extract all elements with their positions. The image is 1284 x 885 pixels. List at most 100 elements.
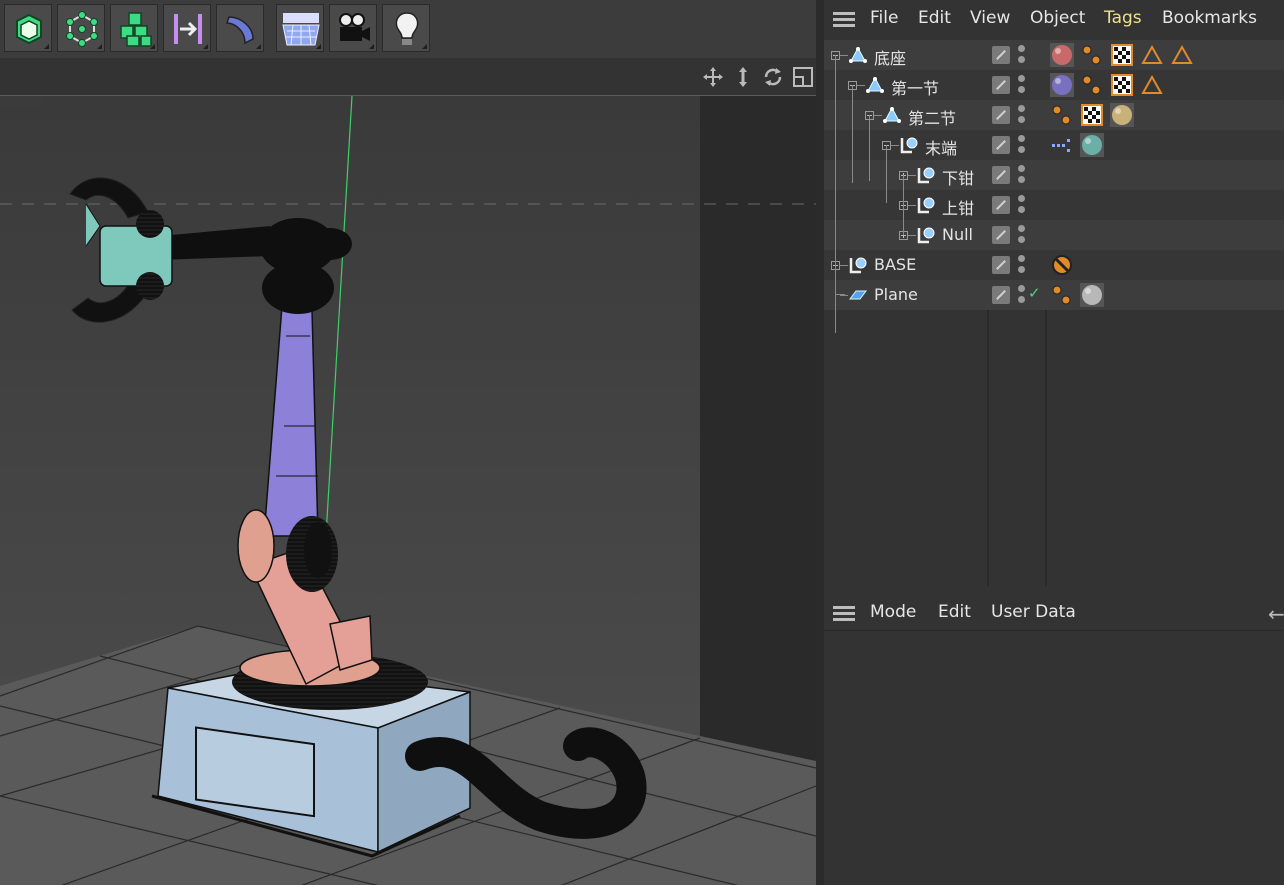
object-manager-menubar: File Edit View Object Tags Bookmarks bbox=[824, 0, 1284, 36]
tree-guide-line bbox=[835, 55, 836, 333]
object-row[interactable]: Plane ✓ bbox=[824, 280, 1284, 310]
object-row[interactable]: 末端 bbox=[824, 130, 1284, 160]
material-gray-tag-icon[interactable] bbox=[1080, 283, 1104, 307]
polygon-selection-tag-icon[interactable] bbox=[1170, 43, 1194, 67]
menu-tags[interactable]: Tags bbox=[1104, 8, 1142, 28]
joint-icon bbox=[866, 76, 884, 93]
menu-view[interactable]: View bbox=[970, 8, 1010, 28]
object-name[interactable]: BASE bbox=[874, 255, 916, 274]
move-view-icon[interactable] bbox=[702, 66, 724, 88]
layer-toggle-icon[interactable] bbox=[992, 256, 1010, 274]
object-name[interactable]: 上钳 bbox=[942, 195, 974, 219]
layer-toggle-icon[interactable] bbox=[992, 286, 1010, 304]
object-name[interactable]: 末端 bbox=[925, 135, 957, 159]
polygon-selection-tag-icon[interactable] bbox=[1140, 43, 1164, 67]
null-object-icon bbox=[917, 227, 935, 244]
symmetry-icon[interactable] bbox=[163, 4, 211, 52]
visibility-dots-icon[interactable] bbox=[1018, 45, 1026, 65]
layer-toggle-icon[interactable] bbox=[992, 76, 1010, 94]
menu-mode[interactable]: Mode bbox=[870, 602, 916, 622]
visibility-dots-icon[interactable] bbox=[1018, 75, 1026, 95]
visibility-dots-icon[interactable] bbox=[1018, 195, 1026, 215]
material-red-tag-icon[interactable] bbox=[1050, 43, 1074, 67]
tree-connector bbox=[840, 55, 848, 56]
tree-connector bbox=[908, 205, 916, 206]
menu-hamburger-icon[interactable] bbox=[833, 12, 855, 28]
menu-file[interactable]: File bbox=[870, 8, 898, 28]
visibility-dots-icon[interactable] bbox=[1018, 225, 1026, 245]
polygon-selection-tag-icon[interactable] bbox=[1140, 73, 1164, 97]
visibility-dots-icon[interactable] bbox=[1018, 165, 1026, 185]
tree-guide-line bbox=[903, 175, 904, 235]
maximize-view-icon[interactable] bbox=[792, 66, 814, 88]
visibility-dots-icon[interactable] bbox=[1018, 105, 1026, 125]
attribute-manager-menubar: Mode Edit User Data ← bbox=[824, 594, 1284, 631]
cubes-group-icon[interactable] bbox=[110, 4, 158, 52]
tree-guide-line bbox=[886, 145, 887, 203]
protection-tag-icon[interactable] bbox=[1050, 253, 1074, 277]
layer-toggle-icon[interactable] bbox=[992, 226, 1010, 244]
visibility-dots-icon[interactable] bbox=[1018, 255, 1026, 275]
layer-toggle-icon[interactable] bbox=[992, 106, 1010, 124]
layer-toggle-icon[interactable] bbox=[992, 196, 1010, 214]
zoom-view-icon[interactable] bbox=[732, 66, 754, 88]
object-name[interactable]: 底座 bbox=[874, 45, 906, 69]
object-name[interactable]: Null bbox=[942, 225, 973, 244]
object-row[interactable]: 底座 bbox=[824, 40, 1284, 70]
attribute-manager: Mode Edit User Data ← bbox=[824, 594, 1284, 885]
layer-toggle-icon[interactable] bbox=[992, 46, 1010, 64]
layer-toggle-icon[interactable] bbox=[992, 166, 1010, 184]
phong-tag-icon[interactable] bbox=[1080, 43, 1104, 67]
uvw-tag-icon[interactable] bbox=[1110, 43, 1134, 67]
material-purple-tag-icon[interactable] bbox=[1050, 73, 1074, 97]
menu-edit[interactable]: Edit bbox=[918, 8, 951, 28]
ik-tag-icon[interactable] bbox=[1050, 133, 1074, 157]
uvw-tag-icon[interactable] bbox=[1110, 73, 1134, 97]
object-row[interactable]: 第一节 bbox=[824, 70, 1284, 100]
tree-connector bbox=[840, 265, 848, 266]
points-mode-icon[interactable] bbox=[57, 4, 105, 52]
enabled-check-icon[interactable]: ✓ bbox=[1028, 284, 1041, 302]
phong-tag-icon[interactable] bbox=[1050, 103, 1074, 127]
object-name[interactable]: 第一节 bbox=[891, 75, 939, 99]
object-name[interactable]: 第二节 bbox=[908, 105, 956, 129]
material-yellow-tag-icon[interactable] bbox=[1110, 103, 1134, 127]
menu-object[interactable]: Object bbox=[1030, 8, 1085, 28]
plane-icon bbox=[849, 290, 867, 300]
object-manager: File Edit View Object Tags Bookmarks 底座第… bbox=[824, 0, 1284, 590]
deformer-icon[interactable] bbox=[216, 4, 264, 52]
3d-viewport[interactable] bbox=[0, 95, 816, 885]
camera-icon[interactable] bbox=[329, 4, 377, 52]
null-object-icon bbox=[917, 167, 935, 184]
object-row[interactable]: 上钳 bbox=[824, 190, 1284, 220]
back-arrow-icon[interactable]: ← bbox=[1268, 602, 1284, 626]
floor-grid-icon[interactable] bbox=[276, 4, 324, 52]
panel-divider[interactable] bbox=[816, 0, 824, 885]
menu-bookmarks[interactable]: Bookmarks bbox=[1162, 8, 1257, 28]
phong-tag-icon[interactable] bbox=[1050, 283, 1074, 307]
object-row[interactable]: Null bbox=[824, 220, 1284, 250]
tree-connector bbox=[874, 115, 882, 116]
object-name[interactable]: Plane bbox=[874, 285, 918, 304]
object-name[interactable]: 下钳 bbox=[942, 165, 974, 189]
object-row[interactable]: 下钳 bbox=[824, 160, 1284, 190]
light-bulb-icon[interactable] bbox=[382, 4, 430, 52]
object-row[interactable]: 第二节 bbox=[824, 100, 1284, 130]
visibility-dots-icon[interactable] bbox=[1018, 135, 1026, 155]
cube-object-icon[interactable] bbox=[4, 4, 52, 52]
null-object-icon bbox=[849, 257, 867, 274]
tree-connector bbox=[891, 145, 899, 146]
menu-hamburger-icon[interactable] bbox=[833, 606, 855, 622]
menu-user-data[interactable]: User Data bbox=[991, 602, 1076, 622]
layer-toggle-icon[interactable] bbox=[992, 136, 1010, 154]
tree-connector bbox=[908, 175, 916, 176]
phong-tag-icon[interactable] bbox=[1080, 73, 1104, 97]
object-row[interactable]: BASE bbox=[824, 250, 1284, 280]
material-teal-tag-icon[interactable] bbox=[1080, 133, 1104, 157]
robot-arm-scene bbox=[0, 96, 816, 885]
visibility-dots-icon[interactable] bbox=[1018, 285, 1026, 305]
uvw-tag-icon[interactable] bbox=[1080, 103, 1104, 127]
rotate-view-icon[interactable] bbox=[762, 66, 784, 88]
menu-edit[interactable]: Edit bbox=[938, 602, 971, 622]
tree-connector bbox=[840, 295, 848, 296]
